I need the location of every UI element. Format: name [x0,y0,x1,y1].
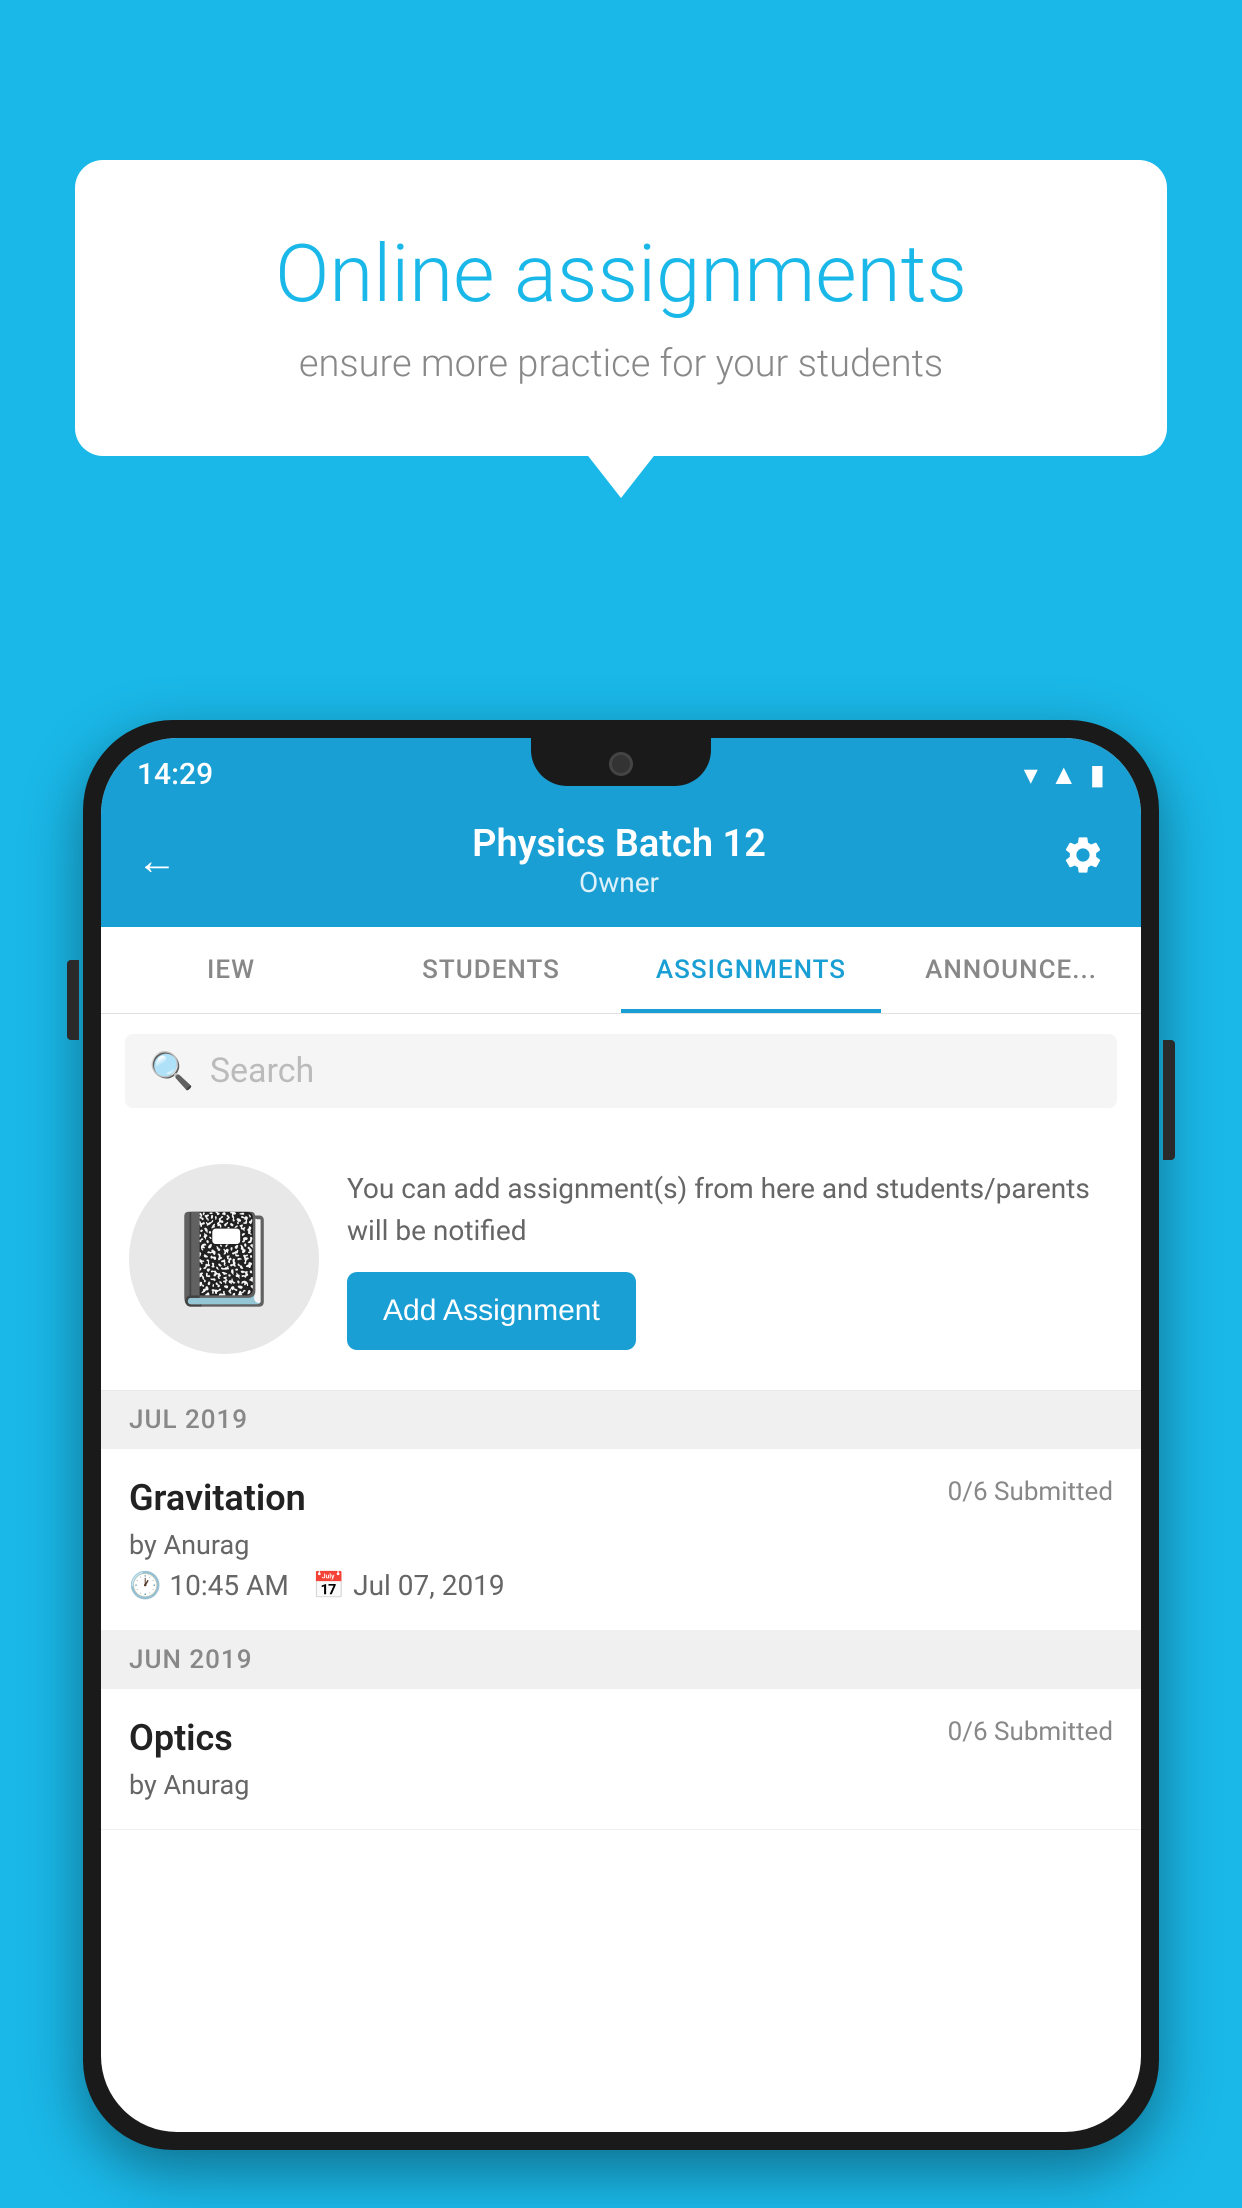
tabs-container: IEW STUDENTS ASSIGNMENTS ANNOUNCE... [101,927,1141,1014]
battery-icon: ▮ [1090,758,1105,791]
search-container: 🔍 Search [101,1014,1141,1128]
status-icons: ▾ ▲ ▮ [1024,758,1105,791]
assignment-name-optics: Optics [129,1717,233,1759]
signal-icon: ▲ [1050,758,1078,791]
assignment-by-gravitation: by Anurag [129,1529,1113,1561]
assignment-by-optics: by Anurag [129,1769,1113,1801]
phone-container: 14:29 ▾ ▲ ▮ ← Physics Batch 12 Owner [83,720,1159,2208]
assignment-header-optics: Optics 0/6 Submitted [129,1717,1113,1759]
phone-screen: 14:29 ▾ ▲ ▮ ← Physics Batch 12 Owner [101,738,1141,2132]
tab-announcements[interactable]: ANNOUNCE... [881,927,1141,1013]
tab-students[interactable]: STUDENTS [361,927,621,1013]
settings-button[interactable] [1061,833,1105,888]
bubble-title: Online assignments [155,230,1087,318]
assignment-item-optics[interactable]: Optics 0/6 Submitted by Anurag [101,1689,1141,1830]
tab-assignments[interactable]: ASSIGNMENTS [621,927,881,1013]
assignment-submitted-optics: 0/6 Submitted [948,1717,1113,1747]
header-subtitle: Owner [472,866,766,899]
wifi-icon: ▾ [1024,758,1038,791]
back-button[interactable]: ← [137,837,177,884]
assignment-time-date: 🕐 10:45 AM 📅 Jul 07, 2019 [129,1569,1113,1602]
header-title-group: Physics Batch 12 Owner [472,822,766,899]
side-button-right [1163,1040,1175,1160]
add-assignment-button[interactable]: Add Assignment [347,1272,636,1350]
search-placeholder: Search [210,1051,314,1091]
search-bar[interactable]: 🔍 Search [125,1034,1117,1108]
tab-iew[interactable]: IEW [101,927,361,1013]
phone-notch [531,738,711,786]
assignment-name-gravitation: Gravitation [129,1477,306,1519]
promo-text: You can add assignment(s) from here and … [347,1168,1113,1252]
side-button-left [67,960,79,1040]
promo-content: You can add assignment(s) from here and … [347,1168,1113,1350]
speech-bubble-container: Online assignments ensure more practice … [75,160,1167,456]
header-title: Physics Batch 12 [472,822,766,866]
status-time: 14:29 [137,757,213,792]
section-divider-jul: JUL 2019 [101,1391,1141,1449]
calendar-icon: 📅 [313,1571,345,1601]
promo-section: 📓 You can add assignment(s) from here an… [101,1128,1141,1391]
speech-bubble: Online assignments ensure more practice … [75,160,1167,456]
phone-frame: 14:29 ▾ ▲ ▮ ← Physics Batch 12 Owner [83,720,1159,2150]
bubble-subtitle: ensure more practice for your students [155,342,1087,386]
search-icon: 🔍 [149,1050,194,1092]
time-group: 🕐 10:45 AM [129,1569,289,1602]
date-group: 📅 Jul 07, 2019 [313,1569,505,1602]
assignment-item-gravitation[interactable]: Gravitation 0/6 Submitted by Anurag 🕐 10… [101,1449,1141,1631]
clock-icon: 🕐 [129,1571,161,1601]
section-month-jun: JUN 2019 [129,1645,252,1675]
time-text: 10:45 AM [169,1569,288,1602]
section-divider-jun: JUN 2019 [101,1631,1141,1689]
section-month-jul: JUL 2019 [129,1405,248,1435]
date-text: Jul 07, 2019 [353,1569,505,1602]
assignment-submitted-gravitation: 0/6 Submitted [948,1477,1113,1507]
notebook-icon: 📓 [168,1207,280,1312]
promo-icon-circle: 📓 [129,1164,319,1354]
phone-camera [609,752,633,776]
assignment-header: Gravitation 0/6 Submitted [129,1477,1113,1519]
app-header: ← Physics Batch 12 Owner [101,802,1141,927]
